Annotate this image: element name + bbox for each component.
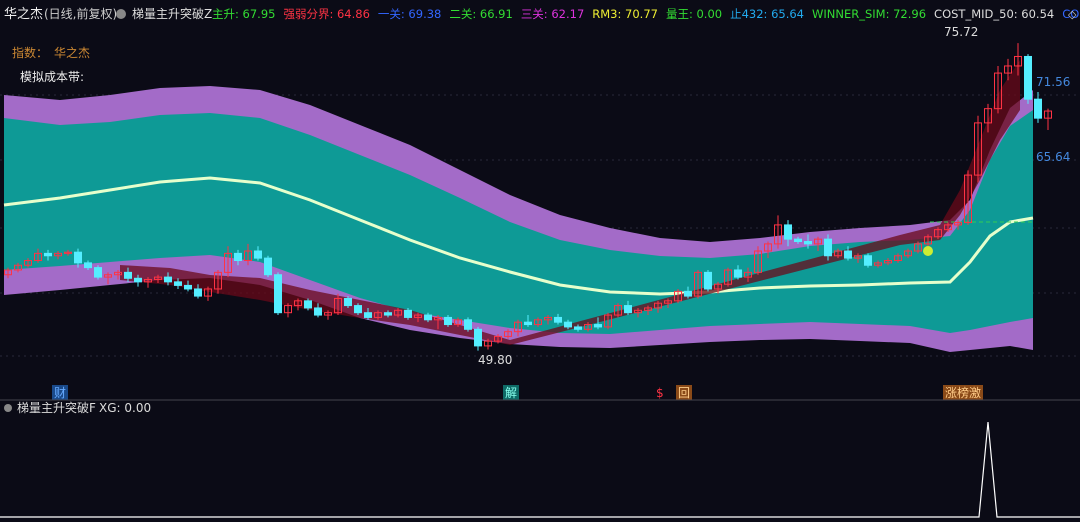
candle-body [804,241,812,245]
indicator-value-8: WINNER_SIM: 72.96 [812,7,926,21]
candle-body [74,251,82,264]
candle-body [44,252,52,257]
sub-indicator-name[interactable]: 梯量主升突破F [17,400,96,415]
indicator-value-6: 量王: 0.00 [666,7,722,21]
indicator-value-9: COST_MID_50: 60.54 [934,7,1054,21]
marker-text-3: 回 [678,386,690,400]
stock-chart: 华之杰 (日线,前复权) 梯量主升突破Z 主升: 67.95 强弱分界: 64.8… [0,0,1080,522]
candle-body [704,271,712,290]
cost-band-label: 模拟成本带: [20,70,84,84]
sub-indicator-toggle-icon[interactable] [4,404,12,412]
candle-body [134,277,142,283]
candle-body [554,316,562,323]
candle-body [474,328,482,347]
candle-body [344,297,352,307]
index-name: 华之杰 [54,46,90,60]
candle-body [824,238,832,257]
candle-body [684,290,692,297]
candle-body [1024,55,1032,100]
candle-body [734,269,742,278]
candle-body [574,326,582,330]
indicator-value-1: 强弱分界: 64.86 [283,7,369,21]
stock-subtitle: (日线,前复权) [44,6,117,21]
apple-icon [923,246,933,256]
candle-body [594,324,602,328]
candle-body [864,255,872,266]
candle-body [304,300,312,309]
candle-body [174,281,182,286]
candle-body [424,314,432,321]
indicator-value-4: 三关: 62.17 [521,7,584,21]
candle-body [274,274,282,314]
candle-body [524,321,532,326]
index-label: 指数： [12,45,48,60]
candle-body [254,250,262,259]
indicator-value-2: 一关: 69.38 [378,7,441,21]
candle-body [94,267,102,278]
candle-body [354,305,362,314]
indicator-name[interactable]: 梯量主升突破Z [132,6,212,21]
candle-body [194,288,202,297]
candle-body [1034,98,1042,119]
candle-body [564,321,572,328]
indicator-value-3: 二关: 66.91 [449,7,512,21]
candle-body [794,238,802,243]
candle-body [384,312,392,316]
indicator-toggle-icon[interactable] [116,9,126,19]
axis-label-0: 71.56 [1036,75,1070,89]
candle-body [234,252,242,261]
sub-indicator-value: XG: 0.00 [99,401,151,415]
indicator-value-7: 止432: 65.64 [730,7,804,21]
stock-title: 华之杰 [4,7,43,22]
candle-body [264,257,272,276]
candle-body [844,250,852,259]
indicator-value-5: RM3: 70.77 [592,7,658,21]
candle-body [784,224,792,240]
candle-body [364,312,372,318]
price-annotation-1: 49.80 [478,353,512,367]
candle-body [124,271,132,279]
indicator-values: 主升: 67.95 强弱分界: 64.86 一关: 69.38 二关: 66.91 三关… [212,7,1079,21]
candle-body [404,309,412,318]
candle-body [84,262,92,269]
marker-text-0: 财 [54,386,66,400]
axis-label-1: 65.64 [1036,150,1070,164]
price-annotation-0: 75.72 [944,25,978,39]
candle-body [464,319,472,330]
candle-body [314,307,322,316]
candle-body [624,305,632,314]
marker-text-2: $ [656,386,664,400]
candle-body [184,284,192,290]
candle-body [164,276,172,283]
indicator-value-0: 主升: 67.95 [212,7,275,21]
candle-body [444,316,452,326]
marker-text-4: 涨榜激 [945,385,981,400]
more-diamond-icon: ◇ [1068,8,1077,21]
marker-text-1: 解 [505,386,517,400]
